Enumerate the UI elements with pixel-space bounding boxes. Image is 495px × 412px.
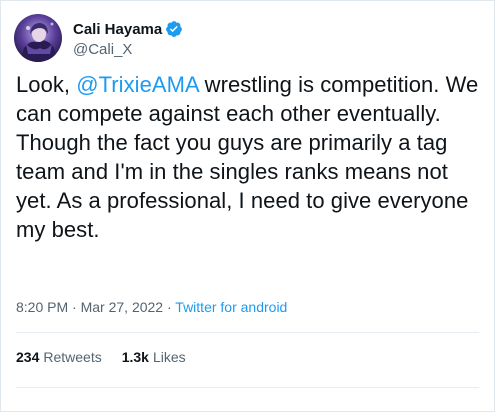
tweet-meta: 8:20 PM · Mar 27, 2022 · Twitter for and… [16, 299, 287, 315]
display-name[interactable]: Cali Hayama [73, 21, 162, 38]
name-row: Cali Hayama [73, 18, 183, 40]
user-handle[interactable]: @Cali_X [73, 41, 183, 58]
user-avatar-icon [14, 14, 62, 62]
tweet-text-prefix: Look, [16, 72, 77, 97]
mention-link[interactable]: @TrixieAMA [76, 72, 198, 97]
meta-separator: · [68, 299, 81, 315]
likes-stat[interactable]: 1.3k Likes [122, 349, 186, 365]
retweets-count: 234 [16, 349, 40, 365]
tweet-time[interactable]: 8:20 PM [16, 299, 68, 315]
verified-badge-icon [165, 20, 183, 38]
avatar[interactable] [14, 14, 62, 62]
tweet-text: Look, @TrixieAMA wrestling is competitio… [16, 70, 486, 244]
divider [16, 387, 479, 388]
meta-separator: · [163, 299, 176, 315]
tweet-stats: 234 Retweets 1.3k Likes [16, 349, 186, 365]
tweet-date[interactable]: Mar 27, 2022 [81, 299, 164, 315]
retweets-label: Retweets [43, 349, 102, 365]
tweet-text-body: wrestling is competition. We can compete… [16, 72, 479, 242]
tweet-header: Cali Hayama @Cali_X [14, 13, 183, 63]
divider [16, 332, 479, 333]
tweet-card: Cali Hayama @Cali_X Look, @TrixieAMA wre… [0, 0, 495, 412]
likes-label: Likes [152, 349, 186, 365]
retweets-stat[interactable]: 234 Retweets [16, 349, 102, 365]
name-block: Cali Hayama @Cali_X [73, 18, 183, 58]
likes-count: 1.3k [121, 349, 149, 365]
tweet-source-link[interactable]: Twitter for android [175, 299, 287, 315]
